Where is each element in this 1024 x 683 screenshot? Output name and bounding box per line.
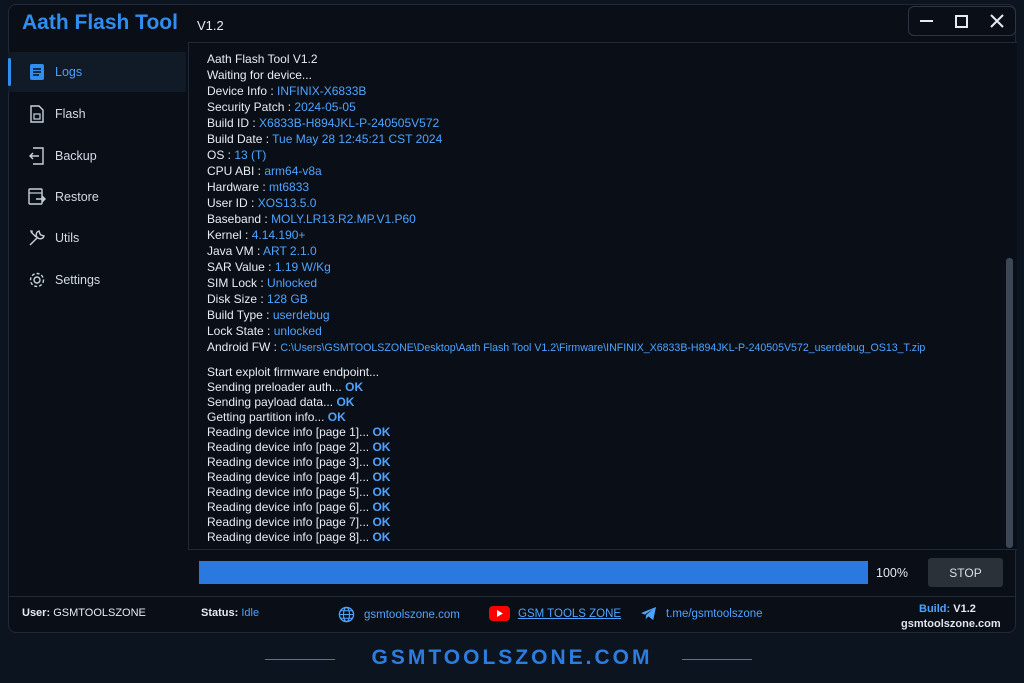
sidebar: Logs Flash Backup Restore Utils Settings — [8, 42, 188, 596]
youtube-icon — [489, 606, 510, 621]
sidebar-item-logs[interactable]: Logs — [8, 52, 186, 92]
log-line: Build Type : userdebug — [207, 308, 330, 322]
app-version: V1.2 — [197, 18, 224, 33]
log-line: OS : 13 (T) — [207, 148, 267, 162]
status-info: Status: Idle — [201, 607, 260, 619]
sidebar-item-flash[interactable]: Flash — [8, 94, 186, 134]
telegram-link[interactable]: t.me/gsmtoolszone — [640, 606, 763, 621]
log-line: Sending preloader auth... OK — [207, 380, 364, 394]
log-line: SAR Value : 1.19 W/Kg — [207, 260, 331, 274]
progress-fill — [199, 561, 868, 584]
window-controls — [908, 6, 1016, 36]
minimize-button[interactable] — [912, 8, 942, 34]
log-line: Getting partition info... OK — [207, 410, 346, 424]
sidebar-item-restore[interactable]: Restore — [8, 177, 186, 217]
log-scrollbar[interactable] — [1006, 258, 1013, 548]
log-line: Device Info : INFINIX-X6833B — [207, 84, 367, 98]
gear-icon — [27, 270, 47, 290]
sidebar-item-label: Restore — [55, 190, 99, 204]
maximize-button[interactable] — [947, 8, 977, 34]
restore-icon — [27, 187, 47, 207]
log-line: CPU ABI : arm64-v8a — [207, 164, 322, 178]
log-line: Build ID : X6833B-H894JKL-P-240505V572 — [207, 116, 440, 130]
backup-icon — [27, 146, 47, 166]
sidebar-item-label: Logs — [55, 65, 83, 79]
log-line: Reading device info [page 3]... OK — [207, 455, 391, 469]
log-line: Start exploit firmware endpoint... — [207, 365, 380, 379]
log-line: Disk Size : 128 GB — [207, 292, 308, 306]
progress-bar — [199, 561, 868, 584]
footer-brand: GSMTOOLSZONE.COM — [371, 646, 653, 669]
log-line: Java VM : ART 2.1.0 — [207, 244, 317, 258]
sidebar-item-settings[interactable]: Settings — [8, 260, 186, 300]
log-line: Reading device info [page 5]... OK — [207, 485, 391, 499]
app-title: Aath Flash Tool — [22, 11, 178, 34]
log-line: Waiting for device... — [207, 68, 312, 82]
globe-icon — [338, 606, 355, 623]
log-line: Aath Flash Tool V1.2 — [207, 52, 318, 66]
log-line: Baseband : MOLY.LR13.R2.MP.V1.P60 — [207, 212, 416, 226]
log-line: Build Date : Tue May 28 12:45:21 CST 202… — [207, 132, 443, 146]
sidebar-item-utils[interactable]: Utils — [8, 218, 186, 258]
website-link[interactable]: gsmtoolszone.com — [338, 606, 460, 623]
log-line: Reading device info [page 4]... OK — [207, 470, 391, 484]
log-line: User ID : XOS13.5.0 — [207, 196, 317, 210]
log-spacer — [207, 355, 997, 365]
log-line: Kernel : 4.14.190+ — [207, 228, 306, 242]
log-line: Hardware : mt6833 — [207, 180, 310, 194]
log-line: SIM Lock : Unlocked — [207, 276, 318, 290]
log-line: Reading device info [page 8]... OK — [207, 530, 391, 544]
log-line: Reading device info [page 7]... OK — [207, 515, 391, 529]
close-button[interactable] — [982, 8, 1012, 34]
footer-divider-right — [682, 659, 752, 660]
log-line: Reading device info [page 6]... OK — [207, 500, 391, 514]
close-icon — [990, 14, 1005, 28]
maximize-icon — [955, 14, 969, 28]
stop-button[interactable]: STOP — [928, 558, 1003, 587]
youtube-link[interactable]: GSM TOOLS ZONE — [489, 606, 621, 621]
log-line: Reading device info [page 1]... OK — [207, 425, 391, 439]
log-panel[interactable]: Aath Flash Tool V1.2 Waiting for device.… — [188, 42, 1017, 550]
log-line: Security Patch : 2024-05-05 — [207, 100, 356, 114]
document-icon — [27, 62, 47, 82]
log-line: Lock State : unlocked — [207, 324, 322, 338]
log-line: Android FW : C:\Users\GSMTOOLSZONE\Deskt… — [207, 340, 926, 354]
chip-file-icon — [27, 104, 47, 124]
sidebar-item-backup[interactable]: Backup — [8, 136, 186, 176]
log-line: Reading device info [page 2]... OK — [207, 440, 391, 454]
log-line: Sending payload data... OK — [207, 395, 355, 409]
minimize-icon — [920, 20, 934, 22]
sidebar-item-label: Utils — [55, 231, 80, 245]
build-info: Build: V1.2 — [919, 603, 976, 615]
log-content: Aath Flash Tool V1.2 Waiting for device.… — [207, 51, 997, 545]
sidebar-item-label: Backup — [55, 149, 97, 163]
build-site: gsmtoolszone.com — [901, 618, 1001, 630]
telegram-icon — [641, 606, 656, 621]
tools-icon — [27, 228, 47, 248]
sidebar-item-label: Flash — [55, 107, 86, 121]
sidebar-item-label: Settings — [55, 273, 101, 287]
progress-label: 100% — [876, 566, 908, 580]
user-info: User: GSMTOOLSZONE — [22, 607, 146, 619]
